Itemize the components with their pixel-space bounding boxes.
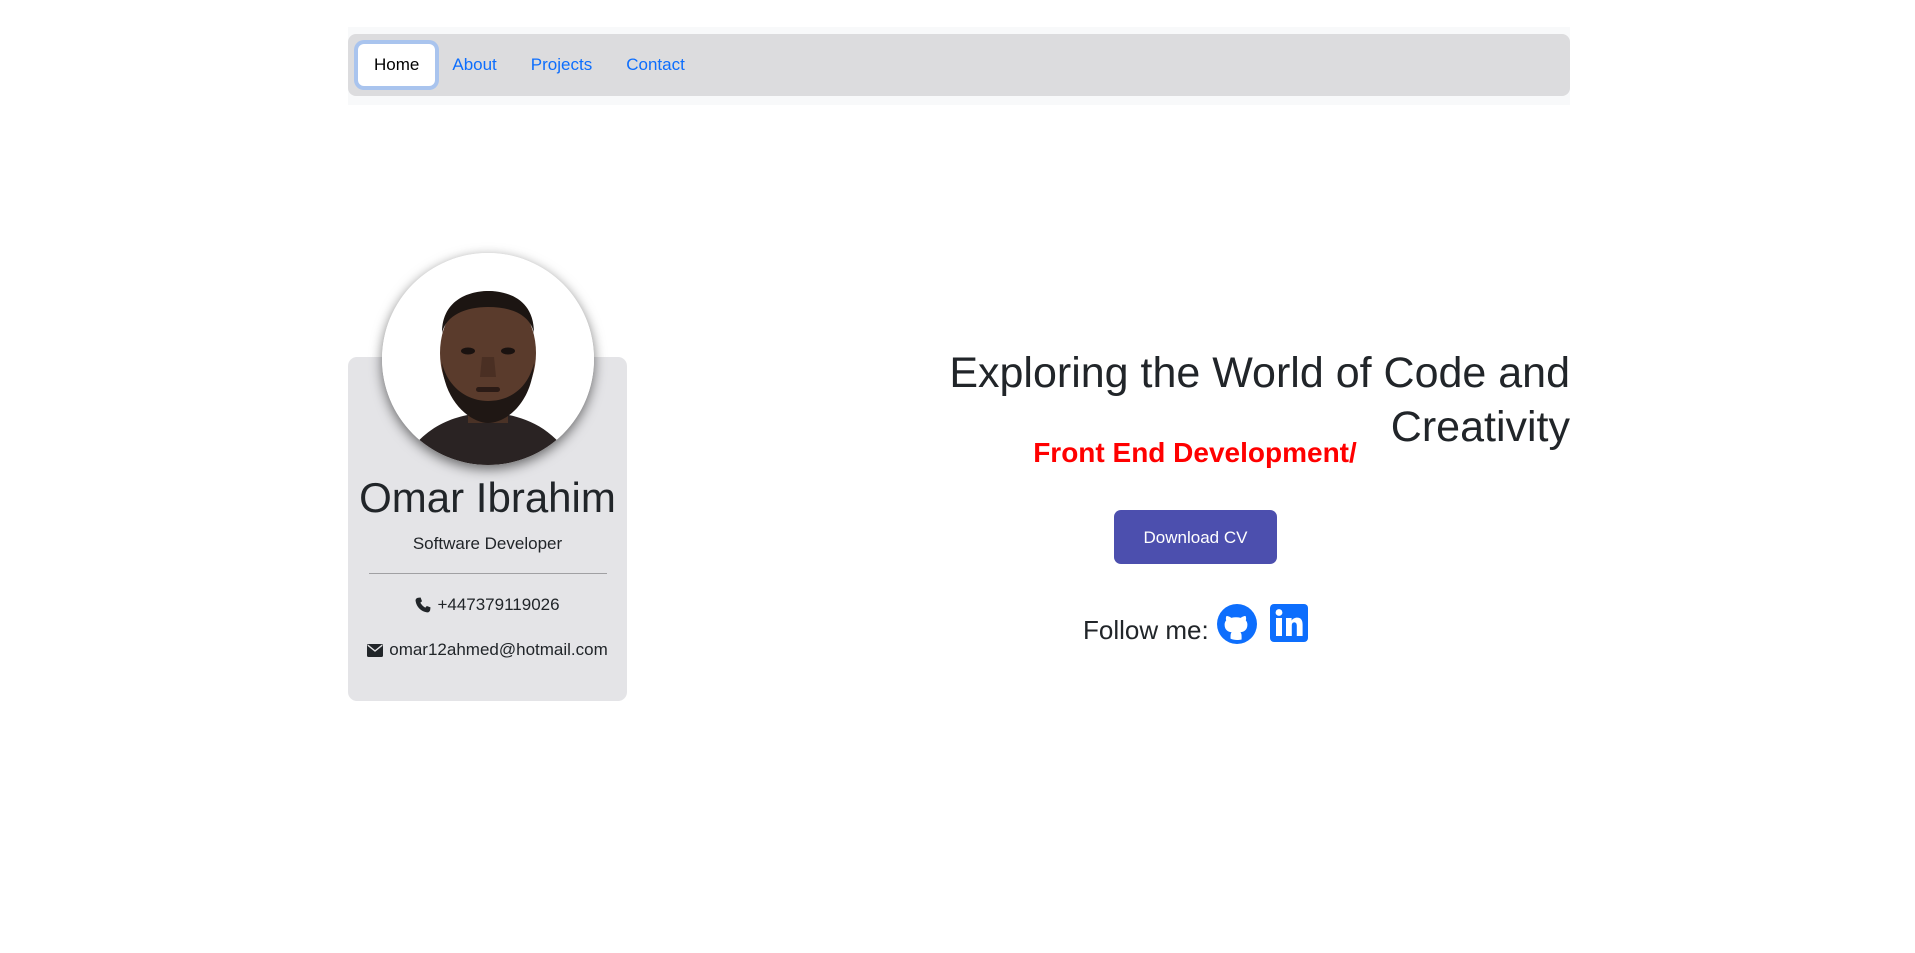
- nav-pills: Home About Projects Contact: [348, 34, 1570, 96]
- phone-number: +447379119026: [437, 595, 560, 614]
- github-icon: [1217, 604, 1257, 644]
- divider: [369, 573, 607, 574]
- phone-icon: [416, 597, 431, 613]
- phone-line: +447379119026: [348, 594, 627, 616]
- nav-item-projects[interactable]: Projects: [514, 44, 609, 86]
- profile-photo: [382, 253, 594, 465]
- nav-item-home[interactable]: Home: [358, 44, 436, 86]
- follow-label: Follow me:: [1083, 615, 1209, 645]
- email-address: omar12ahmed@hotmail.com: [389, 640, 608, 659]
- hero-subtitle: Front End Development/: [1033, 437, 1357, 468]
- profile-role: Software Developer: [412, 534, 563, 553]
- envelope-icon: [367, 643, 384, 657]
- linkedin-icon: [1270, 604, 1308, 642]
- avatar: [382, 253, 594, 465]
- nav-item-about[interactable]: About: [435, 44, 513, 86]
- navbar: Home About Projects Contact: [348, 27, 1570, 105]
- github-link[interactable]: [1217, 604, 1257, 644]
- email-line: omar12ahmed@hotmail.com: [348, 639, 627, 661]
- profile-name: Omar Ibrahim: [359, 474, 616, 521]
- linkedin-link[interactable]: [1270, 604, 1310, 644]
- page: Home About Projects Contact Omar Ibrahim…: [0, 0, 1915, 953]
- nav-item-contact[interactable]: Contact: [609, 44, 702, 86]
- download-cv-button[interactable]: Download CV: [1114, 510, 1277, 564]
